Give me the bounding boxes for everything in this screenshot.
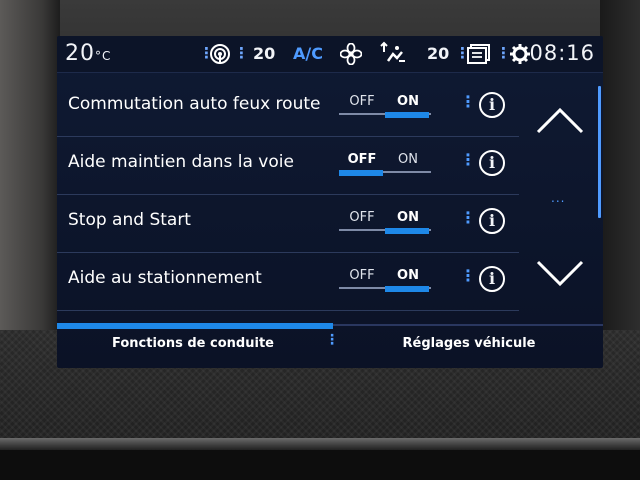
toggle-selected-bar (385, 112, 429, 118)
chevron-up-icon[interactable] (535, 106, 585, 136)
toggle-off-label: OFF (347, 152, 377, 167)
temperature-unit: °C (95, 49, 112, 63)
gear-icon[interactable] (509, 43, 531, 65)
infotainment-screen: 20°C ⋮ ⋮ 20 A/C 20 ⋮ ⋮ 08:16 Commutation… (57, 36, 603, 368)
toggle-on-label: ON (397, 210, 419, 225)
lane-assist-toggle[interactable]: OFF ON (339, 150, 431, 176)
fan-level-left[interactable]: 20 (253, 44, 275, 63)
info-icon[interactable]: i (479, 92, 505, 118)
setting-row-stop-start: Stop and Start OFF ON ⋮ i (57, 194, 519, 253)
screen-icon[interactable] (467, 44, 491, 64)
clock: 08:16 (529, 41, 595, 65)
more-vert-icon: ⋮ (460, 208, 476, 227)
setting-row-lane-assist: Aide maintien dans la voie OFF ON ⋮ i (57, 136, 519, 195)
air-vents (0, 450, 640, 480)
parking-assist-toggle[interactable]: OFF ON (339, 266, 431, 292)
more-vert-icon: ⋮ (460, 92, 476, 111)
toggle-selected-bar (385, 228, 429, 234)
fan-icon[interactable] (340, 43, 362, 65)
info-icon[interactable]: i (479, 208, 505, 234)
separator-dots: ⋮ (234, 44, 249, 62)
scroll-position-indicator: ... (551, 191, 566, 205)
more-vert-icon: ⋮ (460, 150, 476, 169)
setting-row-high-beam: Commutation auto feux route OFF ON ⋮ i (57, 78, 519, 137)
setting-label: Commutation auto feux route (68, 94, 321, 114)
stop-start-toggle[interactable]: OFF ON (339, 208, 431, 234)
temperature-right[interactable]: 20 (427, 44, 449, 63)
toggle-off-label: OFF (349, 94, 375, 109)
setting-label: Aide au stationnement (68, 268, 262, 288)
toggle-on-label: ON (397, 94, 419, 109)
signal-icon[interactable] (209, 43, 231, 65)
air-distribution-icon[interactable] (379, 41, 407, 67)
scrollbar[interactable] (598, 86, 601, 218)
high-beam-toggle[interactable]: OFF ON (339, 92, 431, 118)
toggle-selected-bar (385, 286, 429, 292)
active-tab-indicator (57, 323, 333, 329)
setting-row-parking-assist: Aide au stationnement OFF ON ⋮ i (57, 252, 519, 311)
tab-driving-functions[interactable]: Fonctions de conduite (57, 336, 329, 351)
toggle-on-label: ON (397, 268, 419, 283)
info-icon[interactable]: i (479, 150, 505, 176)
toggle-selected-bar (339, 170, 383, 176)
setting-label: Aide maintien dans la voie (68, 152, 294, 172)
toggle-on-label: ON (398, 152, 418, 167)
toggle-off-label: OFF (349, 268, 375, 283)
temperature-left[interactable]: 20°C (65, 41, 111, 66)
chevron-down-icon[interactable] (535, 258, 585, 288)
status-bar: 20°C ⋮ ⋮ 20 A/C 20 ⋮ ⋮ 08:16 (57, 36, 603, 73)
info-icon[interactable]: i (479, 266, 505, 292)
toggle-off-label: OFF (349, 210, 375, 225)
chrome-trim (0, 438, 640, 450)
ac-button[interactable]: A/C (293, 44, 323, 63)
tab-vehicle-settings[interactable]: Réglages véhicule (333, 336, 603, 351)
bezel-left (0, 0, 60, 340)
setting-label: Stop and Start (68, 210, 191, 230)
bezel-right (600, 0, 640, 340)
more-vert-icon: ⋮ (460, 266, 476, 285)
temperature-left-value: 20 (65, 41, 95, 66)
